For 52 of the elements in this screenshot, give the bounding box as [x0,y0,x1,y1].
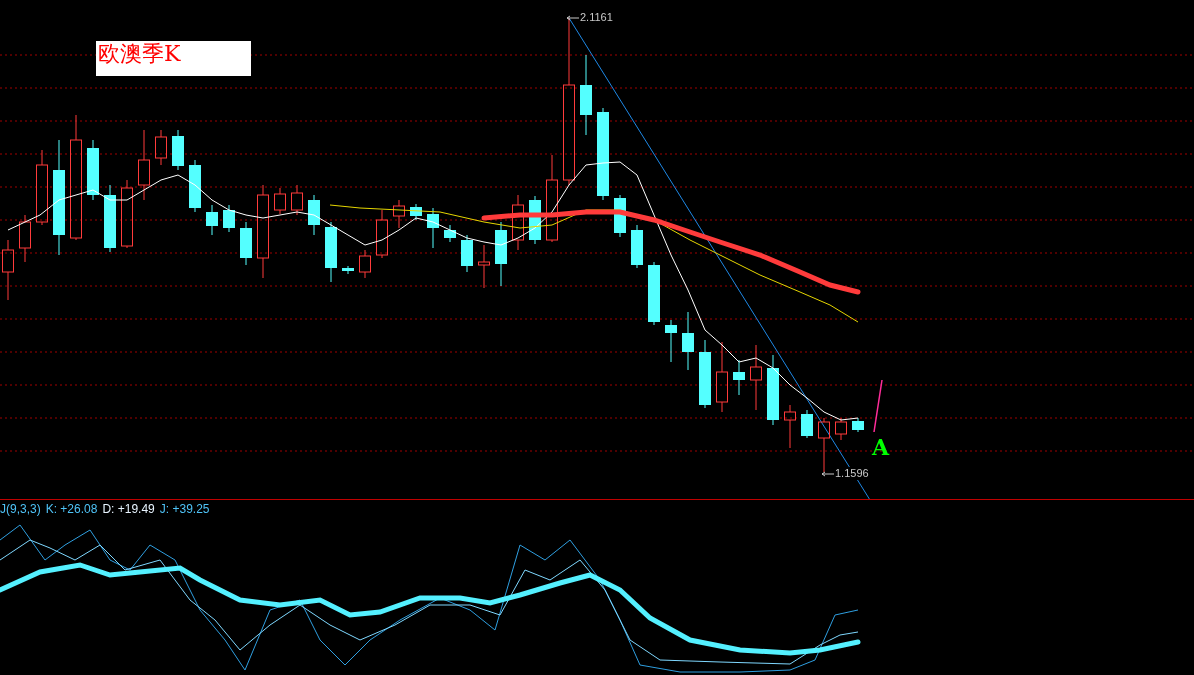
rising-candlestick [359,249,371,279]
falling-candlestick [495,221,507,287]
rising-candlestick [750,344,762,411]
falling-candlestick [461,234,473,273]
falling-candlestick [104,184,116,253]
falling-candlestick [325,221,337,283]
falling-candlestick [308,194,320,236]
indicator-name: J(9,3,3) [0,501,41,517]
falling-candlestick [682,311,694,371]
falling-candlestick [801,409,813,439]
falling-candlestick [767,354,779,426]
chart-title-label: 欧澳季K [96,41,251,76]
arrow-left-icon [567,14,579,21]
low-price-label: 1.1596 [835,467,869,480]
high-price-label: 2.1161 [580,11,613,24]
rising-candlestick [818,417,830,473]
signal-line [873,379,883,433]
falling-candlestick [206,204,218,236]
falling-candlestick [223,204,235,233]
falling-candlestick [733,359,745,396]
rising-candlestick [138,129,150,201]
arrow-left-icon [822,470,834,477]
falling-candlestick [427,207,439,249]
falling-candlestick [410,203,422,221]
indicator-value: J: +39.25 [159,501,210,517]
rising-candlestick [512,194,524,251]
rising-candlestick [121,179,133,249]
falling-candlestick [699,339,711,409]
falling-candlestick [648,261,660,326]
falling-candlestick [631,224,643,269]
rising-candlestick [716,341,728,413]
falling-candlestick [852,417,864,433]
rising-candlestick [155,129,167,166]
falling-candlestick [665,319,677,363]
rising-candlestick [376,209,388,259]
falling-candlestick [240,221,252,266]
rising-candlestick [291,184,303,216]
falling-candlestick [172,129,184,171]
rising-candlestick [835,417,847,441]
falling-candlestick [444,224,456,243]
falling-candlestick [189,159,201,213]
rising-candlestick [274,187,286,215]
falling-candlestick [342,265,354,275]
indicator-value: D: +19.49 [102,501,155,517]
rising-candlestick [393,199,405,229]
rising-candlestick [19,214,31,263]
rising-candlestick [784,404,796,449]
signal-marker: A [872,434,890,460]
falling-candlestick [87,139,99,201]
rising-candlestick [478,244,490,289]
rising-candlestick [2,239,14,301]
indicator-value: K: +26.08 [45,501,98,517]
